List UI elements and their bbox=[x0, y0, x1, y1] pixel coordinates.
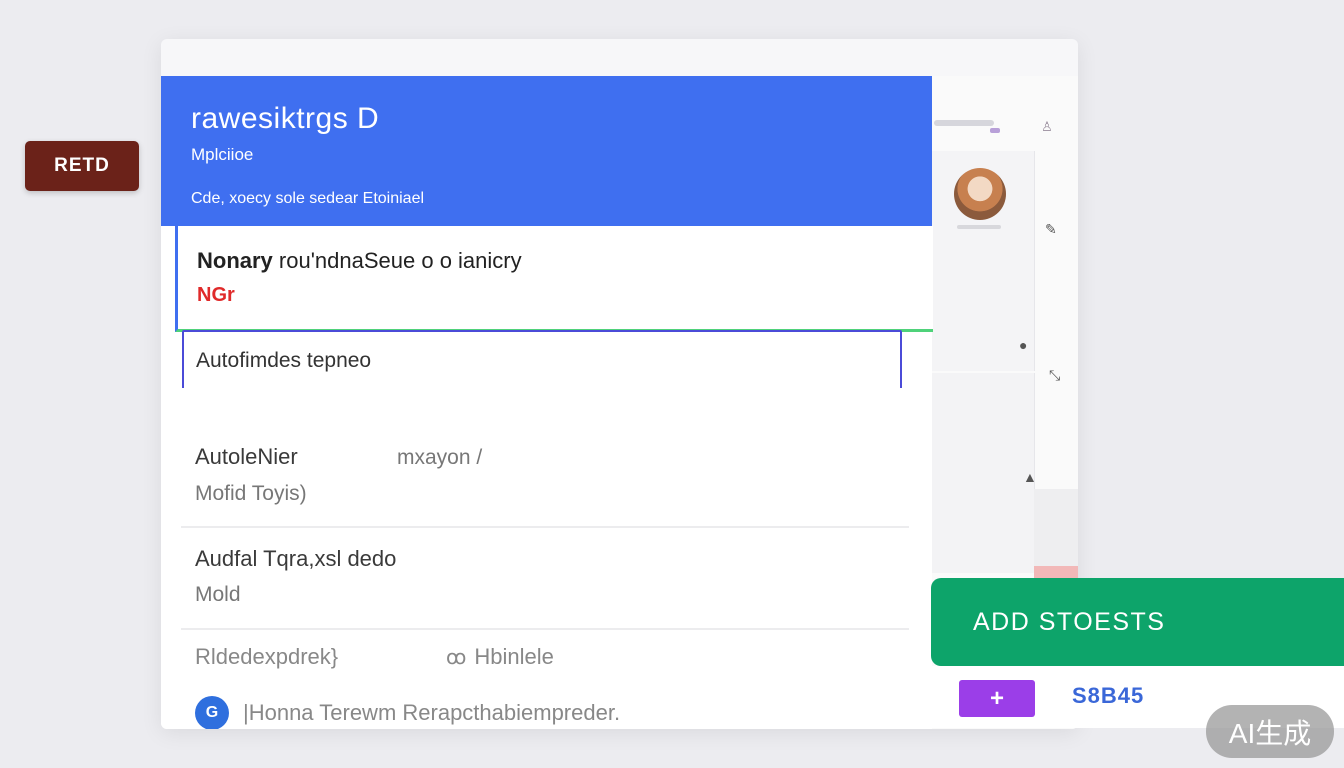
footer-side-label: Hbinlele bbox=[474, 644, 554, 669]
notification-text: Nonary rou'ndnaSeue o o ianicry bbox=[197, 248, 522, 274]
list-item[interactable]: AutoleNier mxayon / Mofid Toyis) bbox=[181, 388, 909, 528]
footer-row-side[interactable]: ꝏ Hbinlele bbox=[446, 644, 554, 670]
notification-item[interactable]: Nonary rou'ndnaSeue o o ianicry NGr bbox=[175, 226, 933, 332]
side-badge-button[interactable]: RETD bbox=[25, 141, 139, 191]
footer-row-text: Rldedexpdrek} bbox=[195, 644, 339, 669]
list-item-title: AutoleNier bbox=[195, 444, 298, 469]
search-input[interactable] bbox=[184, 332, 900, 389]
page-description: Cde, xoecy sole sedear Etoiniael bbox=[191, 190, 425, 207]
decor-icon: ✎ bbox=[1045, 221, 1057, 237]
bell-icon[interactable]: ♙ bbox=[1040, 120, 1054, 134]
right-top-text bbox=[934, 120, 994, 126]
list-item-title: Audfal Tqra,xsl dedo bbox=[195, 546, 397, 571]
notification-body: rou'ndnaSeue o o ianicry bbox=[272, 248, 522, 273]
list-item-subtitle: Mold bbox=[195, 583, 241, 606]
glasses-icon: ꝏ bbox=[446, 646, 467, 669]
search-input-container bbox=[182, 330, 902, 391]
decor-icon: ● bbox=[1019, 337, 1028, 353]
stage: RETD ♙ ✎ ● ⤡ ▲ rawesiktrgs D Mplciioe Cd… bbox=[0, 0, 1344, 768]
list-item-side: mxayon / bbox=[397, 446, 483, 469]
list-item[interactable]: Audfal Tqra,xsl dedo Mold bbox=[181, 528, 909, 630]
list-item-subtitle: Mofid Toyis) bbox=[195, 482, 307, 505]
page-title: rawesiktrgs D bbox=[191, 102, 380, 135]
avatar-caption bbox=[957, 225, 1001, 229]
footer-info-text: |Honna Terewm Rerapcthabiempreder. bbox=[243, 700, 621, 725]
header-banner: rawesiktrgs D Mplciioe Cde, xoecy sole s… bbox=[161, 76, 932, 226]
right-secondary-card bbox=[932, 373, 1035, 573]
main-card: rawesiktrgs D Mplciioe Cde, xoecy sole s… bbox=[161, 76, 933, 729]
decor-icon: ⤡ bbox=[1049, 367, 1061, 383]
page-subtitle: Mplciioe bbox=[191, 145, 254, 164]
footer-info-row: G |Honna Terewm Rerapcthabiempreder. bbox=[195, 696, 620, 729]
right-top-dot bbox=[990, 128, 1000, 133]
count-label: S8B45 bbox=[1072, 683, 1145, 708]
avatar[interactable] bbox=[954, 168, 1006, 220]
globe-icon: G bbox=[195, 696, 229, 729]
ai-watermark: AI生成 bbox=[1206, 705, 1334, 758]
notification-bold: Nonary bbox=[197, 248, 273, 273]
right-strip-accent bbox=[1034, 566, 1078, 578]
decor-icon: ▲ bbox=[1023, 469, 1037, 485]
add-stoests-button[interactable]: ADD STOESTS bbox=[931, 578, 1344, 666]
notification-tag: NGr bbox=[197, 284, 235, 306]
plus-button[interactable]: + bbox=[959, 680, 1035, 717]
